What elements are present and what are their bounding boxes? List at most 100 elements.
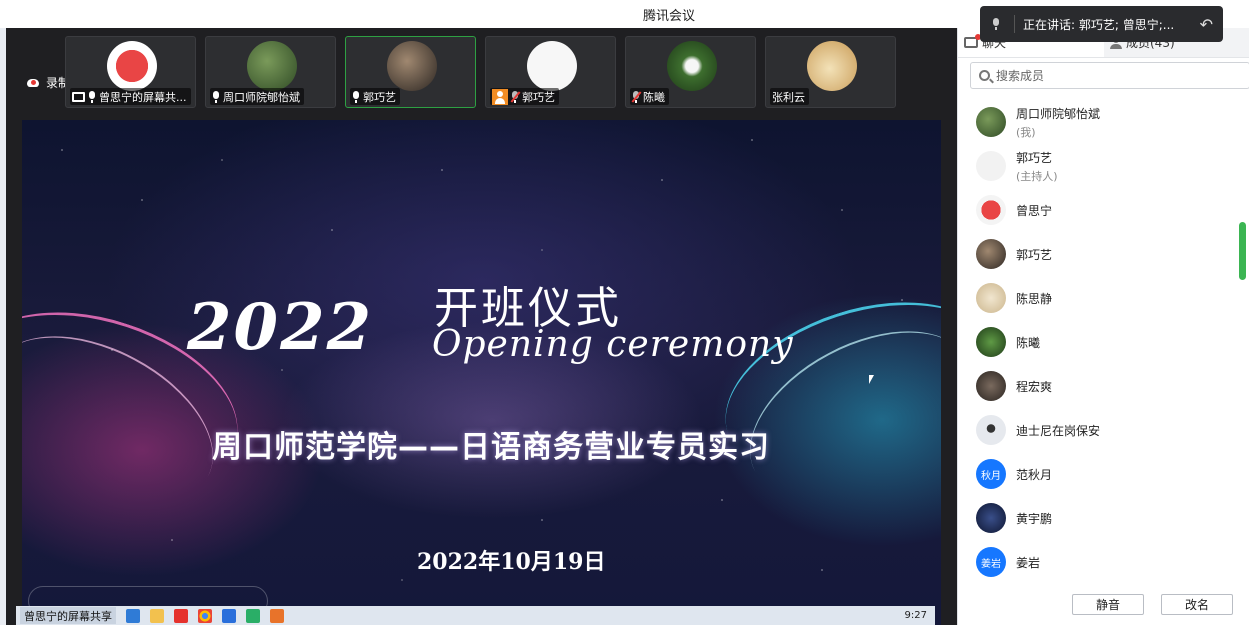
tile-name: 张利云 [772,90,805,104]
video-tile[interactable]: 郭巧艺 [485,36,616,108]
avatar: 秋月 [976,459,1006,489]
mic-icon [352,90,360,103]
member-name: 姜岩 [1016,555,1041,570]
tile-name: 郭巧艺 [522,90,555,104]
slideshow-icon[interactable] [270,608,284,623]
avatar [107,41,157,91]
shared-screen-slide: 2022 开班仪式 Opening ceremony 周口师范学院——日语商务营… [22,120,941,625]
list-item[interactable]: 陈曦 [958,320,1249,364]
list-item[interactable]: 姜岩 姜岩 [958,540,1249,578]
avatar [527,41,577,91]
search-icon [979,70,990,81]
member-name: 黄宇鹏 [1016,511,1053,526]
list-item[interactable]: 郭巧艺 [958,232,1249,276]
search-input[interactable] [996,68,1236,83]
shared-taskbar: 曾思宁的屏幕共享 9:27 [16,606,935,625]
avatar [387,41,437,91]
wechat-icon[interactable] [246,608,260,623]
list-item[interactable]: 曾思宁 [958,188,1249,232]
avatar: 姜岩 [976,547,1006,577]
host-person-icon [492,88,508,105]
avatar [976,239,1006,269]
list-item[interactable]: 秋月 范秋月 [958,452,1249,496]
member-role: (我) [1016,125,1036,139]
mic-icon [212,90,220,103]
video-tile[interactable]: 张利云 [765,36,896,108]
reply-icon[interactable]: ↶ [1200,15,1213,34]
list-item[interactable]: 郭巧艺 (主持人) [958,144,1249,188]
member-list: 周口师院郇怡斌 (我) 郭巧艺 (主持人) 曾思宁 郭巧艺 陈思静 陈曦 程宏爽… [958,100,1249,578]
system-tray: 9:27 [905,610,935,621]
avatar [976,371,1006,401]
mic-muted-icon [631,90,642,103]
tile-name-bar: 郭巧艺 [350,88,400,105]
list-item[interactable]: 周口师院郇怡斌 (我) [958,100,1249,144]
mute-button[interactable]: 静音 [1072,594,1144,615]
mouse-cursor-icon [869,375,874,384]
member-name: 范秋月 [1016,467,1053,482]
app-icon[interactable] [174,608,188,623]
member-name: 迪士尼在岗保安 [1016,423,1101,438]
slide-date: 2022年10月19日 [417,549,606,575]
avatar [667,41,717,91]
video-tile-strip: 曾思宁的屏幕共... 周口师院郇怡斌 郭巧艺 郭巧艺 陈曦 张利云 [65,36,896,108]
meeting-app-icon[interactable] [222,608,236,623]
tile-name-bar: 曾思宁的屏幕共... [70,88,191,105]
list-item[interactable]: 陈思静 [958,276,1249,320]
tile-name-bar: 陈曦 [630,88,669,105]
tile-name-bar: 周口师院郇怡斌 [210,88,304,105]
member-name: 陈曦 [1016,335,1041,350]
mic-icon [992,18,1000,30]
list-item[interactable]: 迪士尼在岗保安 [958,408,1249,452]
tile-name: 陈曦 [643,90,665,104]
avatar [976,283,1006,313]
tile-name: 曾思宁的屏幕共... [99,90,187,104]
member-name: 陈思静 [1016,291,1053,306]
avatar [976,151,1006,181]
slide-title-en: Opening ceremony [432,324,794,365]
video-tile[interactable]: 曾思宁的屏幕共... [65,36,196,108]
rename-button[interactable]: 改名 [1161,594,1233,615]
tile-name-bar: 郭巧艺 [490,88,559,105]
mic-icon [88,90,96,103]
folder-icon[interactable] [150,608,164,623]
avatar [976,195,1006,225]
avatar [976,107,1006,137]
tray-clock: 9:27 [904,610,927,621]
taskbar-share-label[interactable]: 曾思宁的屏幕共享 [20,607,116,624]
tile-name: 周口师院郇怡斌 [223,90,300,104]
tile-name: 郭巧艺 [363,90,396,104]
avatar [976,327,1006,357]
chat-icon [964,34,981,48]
video-tile[interactable]: 陈曦 [625,36,756,108]
speaking-text: 正在讲话: 郭巧艺; 曾思宁;... [1023,17,1173,32]
member-name: 程宏爽 [1016,379,1053,394]
divider [1014,15,1015,33]
mic-muted-icon [510,90,521,103]
video-tile[interactable]: 周口师院郇怡斌 [205,36,336,108]
member-list-scrollbar[interactable] [1239,222,1246,280]
meeting-stage: 录制中 曾思宁的屏幕共... 周口师院郇怡斌 郭巧艺 郭巧艺 陈曦 张利云 20… [6,28,957,625]
screen-share-icon [72,91,85,102]
video-tile-active-speaker[interactable]: 郭巧艺 [345,36,476,108]
chrome-icon[interactable] [198,608,212,623]
member-search[interactable] [970,62,1249,89]
member-name: 周口师院郇怡斌 [1016,106,1101,121]
speaking-toast: 正在讲话: 郭巧艺; 曾思宁;... ↶ [980,6,1223,42]
panel-actions: 静音 改名 [958,594,1249,616]
avatar [807,41,857,91]
member-role: (主持人) [1016,169,1058,183]
avatar [976,415,1006,445]
tile-name-bar: 张利云 [770,88,809,105]
avatar [976,503,1006,533]
slide-subtitle: 周口师范学院——日语商务营业专员实习 [212,430,770,465]
member-name: 郭巧艺 [1016,150,1053,165]
member-panel: 聊天 成员(43) 周口师院郇怡斌 (我) 郭巧艺 (主持人) 曾思宁 [957,28,1249,625]
slide-year: 2022 [187,290,374,365]
app-icon[interactable] [126,608,140,623]
member-name: 郭巧艺 [1016,247,1053,262]
list-item[interactable]: 程宏爽 [958,364,1249,408]
recording-cloud-icon [26,76,40,90]
member-name: 曾思宁 [1016,203,1053,218]
list-item[interactable]: 黄宇鹏 [958,496,1249,540]
